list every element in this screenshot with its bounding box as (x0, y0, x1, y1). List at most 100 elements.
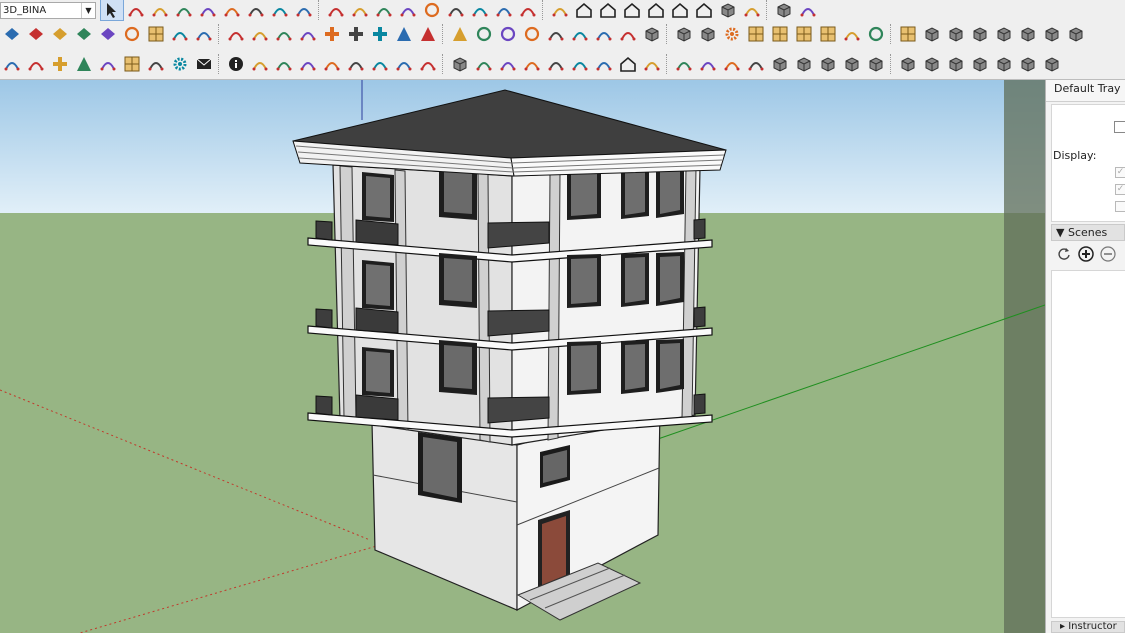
stack-icon[interactable] (896, 53, 920, 75)
axes-icon[interactable] (396, 0, 420, 21)
magnet-icon[interactable] (248, 23, 272, 45)
scenes-header[interactable]: ▼ Scenes (1051, 224, 1125, 241)
layer-dropdown[interactable]: 3D_BINA ▼ (0, 1, 96, 19)
box-icon[interactable] (640, 23, 664, 45)
diamond-icon[interactable] (0, 23, 24, 45)
top-view-icon[interactable] (596, 0, 620, 21)
grid-icon[interactable] (792, 23, 816, 45)
line-icon[interactable] (568, 53, 592, 75)
stack-icon[interactable] (840, 53, 864, 75)
cone-icon[interactable] (392, 23, 416, 45)
stack-icon[interactable] (944, 23, 968, 45)
nodes-icon[interactable] (248, 53, 272, 75)
back-view-icon[interactable] (668, 0, 692, 21)
grid-icon[interactable] (768, 23, 792, 45)
leaf-icon[interactable] (720, 53, 744, 75)
zoom-extents-icon[interactable] (492, 0, 516, 21)
curve-icon[interactable] (416, 53, 440, 75)
orbit-icon[interactable] (420, 0, 444, 21)
plus-icon[interactable] (48, 53, 72, 75)
arc-icon[interactable] (172, 0, 196, 21)
stack-icon[interactable] (920, 53, 944, 75)
bracket-icon[interactable] (272, 23, 296, 45)
stack-icon[interactable] (992, 23, 1016, 45)
cone-icon[interactable] (416, 23, 440, 45)
triangle-icon[interactable] (448, 23, 472, 45)
stack-icon[interactable] (864, 53, 888, 75)
bend-icon[interactable] (496, 53, 520, 75)
paint-bucket-icon[interactable] (196, 0, 220, 21)
select-icon[interactable] (100, 0, 124, 21)
stack-icon[interactable] (816, 53, 840, 75)
corner-icon[interactable] (544, 53, 568, 75)
dots-icon[interactable] (840, 23, 864, 45)
instructor-header[interactable]: ▸ Instructor (1051, 621, 1125, 633)
cross-icon[interactable] (320, 23, 344, 45)
nodes-icon[interactable] (296, 53, 320, 75)
stack-icon[interactable] (968, 53, 992, 75)
section-plane-icon[interactable] (516, 0, 540, 21)
stack-icon[interactable] (1040, 53, 1064, 75)
undo-curve-icon[interactable] (592, 23, 616, 45)
protractor-icon[interactable] (348, 0, 372, 21)
ring-icon[interactable] (120, 23, 144, 45)
move-icon[interactable] (244, 0, 268, 21)
gear-icon[interactable] (720, 23, 744, 45)
circle-dots-icon[interactable] (864, 23, 888, 45)
sandbox-icon[interactable] (772, 0, 796, 21)
pencil-line-icon[interactable] (148, 0, 172, 21)
offset-icon[interactable] (292, 0, 316, 21)
tray-color-box[interactable] (1114, 121, 1125, 133)
spiral-icon[interactable] (496, 23, 520, 45)
info-icon[interactable] (224, 53, 248, 75)
push-pull-icon[interactable] (220, 0, 244, 21)
stack-icon[interactable] (1016, 23, 1040, 45)
cylinder-icon[interactable] (568, 23, 592, 45)
stack-icon[interactable] (1016, 53, 1040, 75)
eraser-icon[interactable] (124, 0, 148, 21)
stack-icon[interactable] (944, 53, 968, 75)
box-icon[interactable] (672, 23, 696, 45)
solid-tools-icon[interactable] (740, 0, 764, 21)
diamond-icon[interactable] (24, 23, 48, 45)
diamond-icon[interactable] (96, 23, 120, 45)
chevron-down-icon[interactable]: ▼ (81, 2, 95, 18)
weld-icon[interactable] (224, 23, 248, 45)
stack-icon[interactable] (1064, 23, 1088, 45)
refresh-icon[interactable] (0, 53, 24, 75)
stack-icon[interactable] (792, 53, 816, 75)
paint-icon[interactable] (796, 0, 820, 21)
bird-icon[interactable] (672, 53, 696, 75)
house-icon[interactable] (616, 53, 640, 75)
stack-icon[interactable] (768, 53, 792, 75)
grid-icon[interactable] (896, 23, 920, 45)
rotate-icon[interactable] (268, 0, 292, 21)
stair-icon[interactable] (640, 53, 664, 75)
knife-icon[interactable] (320, 53, 344, 75)
stack-icon[interactable] (992, 53, 1016, 75)
fill-icon[interactable] (592, 53, 616, 75)
iso-view-icon[interactable] (572, 0, 596, 21)
nodes-icon[interactable] (272, 53, 296, 75)
pipe-icon[interactable] (392, 53, 416, 75)
checker-icon[interactable] (120, 53, 144, 75)
display-checkbox-1[interactable]: ✓ (1115, 167, 1125, 178)
spiral-icon[interactable] (520, 23, 544, 45)
star-icon[interactable] (544, 23, 568, 45)
arrows-icon[interactable] (24, 53, 48, 75)
zoom-icon[interactable] (468, 0, 492, 21)
pan-icon[interactable] (444, 0, 468, 21)
shell-icon[interactable] (472, 53, 496, 75)
layers-icon[interactable] (716, 0, 740, 21)
remove-icon[interactable] (1100, 246, 1116, 262)
fish-icon[interactable] (368, 53, 392, 75)
cloud-icon[interactable] (144, 53, 168, 75)
copy-icon[interactable] (168, 23, 192, 45)
flower-icon[interactable] (344, 53, 368, 75)
display-checkbox-2[interactable]: ✓ (1115, 184, 1125, 195)
add-icon[interactable] (1078, 246, 1094, 262)
hand-icon[interactable] (696, 53, 720, 75)
stack-icon[interactable] (1040, 23, 1064, 45)
puzzle-icon[interactable] (616, 23, 640, 45)
refresh-icon[interactable] (1056, 246, 1072, 262)
